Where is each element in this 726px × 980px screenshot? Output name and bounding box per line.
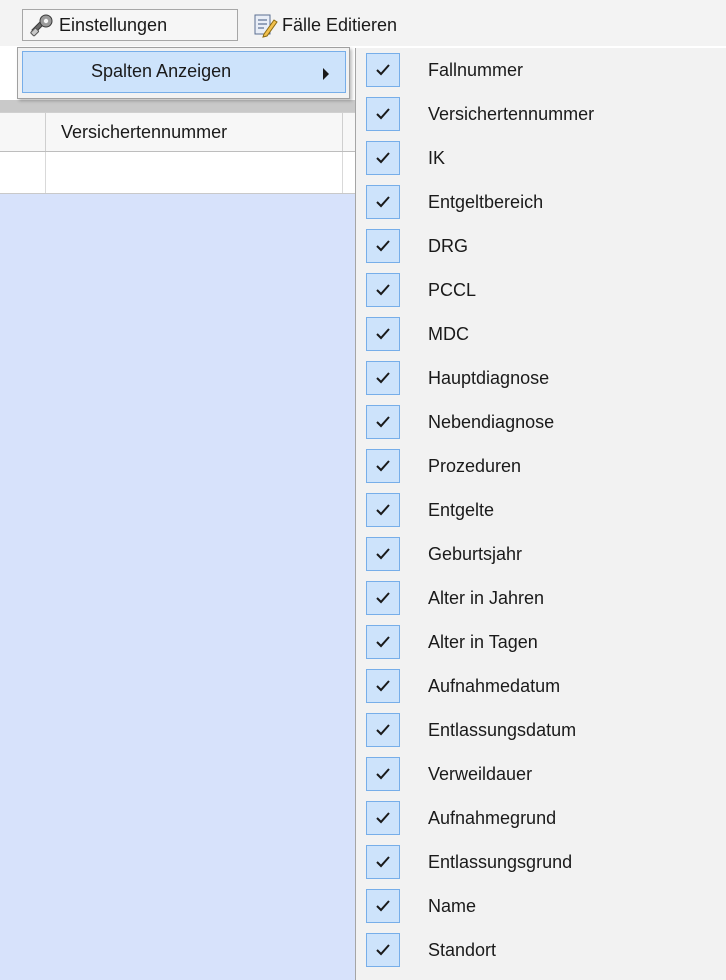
submenu-item-label: Entlassungsgrund	[428, 852, 573, 872]
submenu-item[interactable]: Nebendiagnose	[356, 400, 726, 444]
edit-cases-label: Fälle Editieren	[282, 14, 398, 35]
submenu-item[interactable]: Alter in Tagen	[356, 620, 726, 664]
cell-separator	[342, 152, 343, 193]
submenu-item[interactable]: Geburtsjahr	[356, 532, 726, 576]
checkmark-icon	[366, 273, 400, 307]
table-row[interactable]	[0, 152, 355, 194]
checkmark-icon	[366, 845, 400, 879]
grid-header: Versichertennummer	[0, 112, 355, 152]
checkmark-icon	[366, 625, 400, 659]
settings-dropdown-menu: Spalten Anzeigen	[17, 47, 350, 99]
submenu-item-label: Name	[428, 896, 477, 916]
submenu-item[interactable]: Aufnahmegrund	[356, 796, 726, 840]
checkmark-icon	[366, 361, 400, 395]
column-separator[interactable]	[342, 113, 343, 151]
grid-top-band	[0, 100, 355, 112]
submenu-item[interactable]: Hauptdiagnose	[356, 356, 726, 400]
submenu-item-label: Fallnummer	[428, 60, 524, 80]
submenu-item-label: Hauptdiagnose	[428, 368, 550, 388]
submenu-item-label: Standort	[428, 940, 497, 960]
checkmark-icon	[366, 229, 400, 263]
submenu-item[interactable]: PCCL	[356, 268, 726, 312]
chevron-right-icon	[323, 68, 329, 80]
checkmark-icon	[366, 669, 400, 703]
submenu-item-label: Entgelte	[428, 500, 495, 520]
menu-item-spalten-anzeigen[interactable]: Spalten Anzeigen	[22, 51, 346, 93]
submenu-item[interactable]: Entlassungsdatum	[356, 708, 726, 752]
submenu-item[interactable]: Entlassungsgrund	[356, 840, 726, 884]
submenu-item[interactable]: Fallnummer	[356, 48, 726, 92]
checkmark-icon	[366, 801, 400, 835]
submenu-item[interactable]: IK	[356, 136, 726, 180]
checkmark-icon	[366, 581, 400, 615]
cell-separator	[45, 152, 46, 193]
checkmark-icon	[366, 449, 400, 483]
checkmark-icon	[366, 537, 400, 571]
checkmark-icon	[366, 493, 400, 527]
settings-menu-button[interactable]: Einstellungen	[22, 9, 238, 41]
checkmark-icon	[366, 889, 400, 923]
submenu-item-label: Prozeduren	[428, 456, 522, 476]
submenu-item-label: Entlassungsdatum	[428, 720, 577, 740]
checkmark-icon	[366, 317, 400, 351]
submenu-item-label: Versichertennummer	[428, 104, 595, 124]
checkmark-icon	[366, 53, 400, 87]
submenu-item-label: Geburtsjahr	[428, 544, 523, 564]
submenu-item[interactable]: DRG	[356, 224, 726, 268]
submenu-item[interactable]: Verweildauer	[356, 752, 726, 796]
gear-wrench-icon	[29, 12, 55, 38]
submenu-item[interactable]: Prozeduren	[356, 444, 726, 488]
submenu-item-label: DRG	[428, 236, 468, 256]
checkmark-icon	[366, 757, 400, 791]
submenu-item-label: PCCL	[428, 280, 477, 300]
submenu-item[interactable]: MDC	[356, 312, 726, 356]
edit-cases-button[interactable]: Fälle Editieren	[248, 9, 458, 41]
submenu-item-label: IK	[428, 148, 446, 168]
columns-submenu: Fallnummer Versichertennummer IK Entgelt…	[355, 48, 726, 980]
checkmark-icon	[366, 405, 400, 439]
submenu-item[interactable]: Entgelte	[356, 488, 726, 532]
checkmark-icon	[366, 141, 400, 175]
submenu-item-label: Nebendiagnose	[428, 412, 555, 432]
submenu-item[interactable]: Standort	[356, 928, 726, 972]
submenu-item-label: Aufnahmedatum	[428, 676, 561, 696]
checkmark-icon	[366, 713, 400, 747]
checkmark-icon	[366, 933, 400, 967]
menu-item-label: Spalten Anzeigen	[91, 61, 232, 81]
submenu-item-label: MDC	[428, 324, 469, 344]
toolbar: Einstellungen Fälle Editieren	[0, 0, 726, 46]
column-separator[interactable]	[45, 113, 46, 151]
submenu-item-label: Aufnahmegrund	[428, 808, 557, 828]
submenu-item-label: Alter in Jahren	[428, 588, 545, 608]
submenu-item-label: Verweildauer	[428, 764, 533, 784]
submenu-item[interactable]: Versichertennummer	[356, 92, 726, 136]
submenu-item[interactable]: Entgeltbereich	[356, 180, 726, 224]
checkmark-icon	[366, 97, 400, 131]
checkmark-icon	[366, 185, 400, 219]
submenu-item-label: Alter in Tagen	[428, 632, 538, 652]
column-header-versichertennummer[interactable]: Versichertennummer	[61, 122, 227, 143]
submenu-item-label: Entgeltbereich	[428, 192, 544, 212]
grid-background	[0, 100, 355, 980]
settings-menu-label: Einstellungen	[59, 14, 168, 35]
submenu-item[interactable]: Aufnahmedatum	[356, 664, 726, 708]
submenu-item[interactable]: Name	[356, 884, 726, 928]
submenu-item[interactable]: Alter in Jahren	[356, 576, 726, 620]
pencil-document-icon	[252, 12, 278, 38]
